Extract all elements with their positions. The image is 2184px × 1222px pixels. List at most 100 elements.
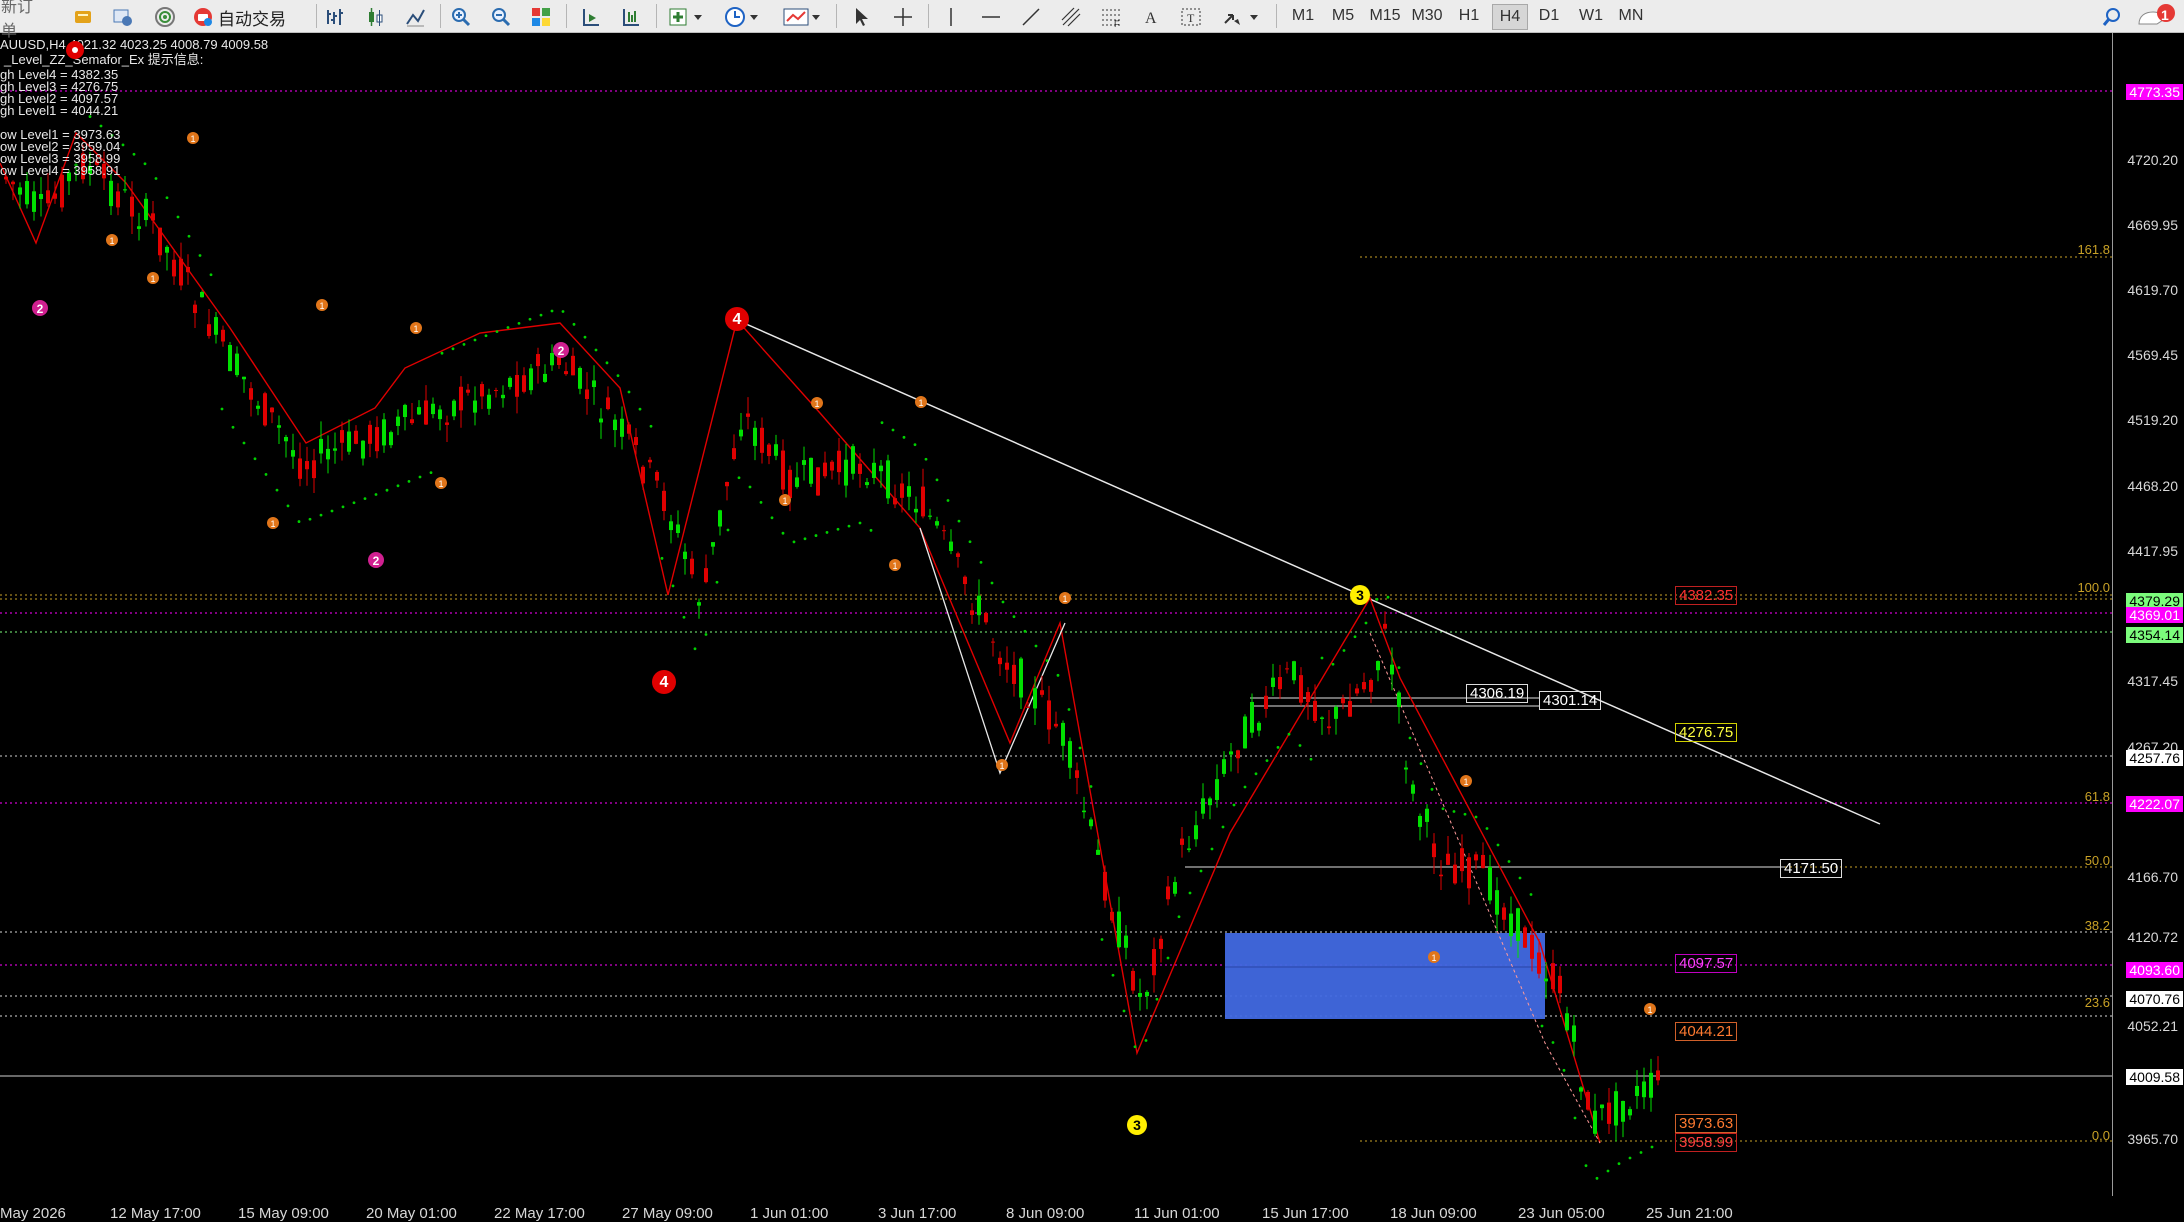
bear-candle [767, 444, 771, 457]
sar-dot [704, 633, 708, 636]
sar-dot [1430, 787, 1434, 791]
fibonacci-icon[interactable]: F [1096, 3, 1126, 31]
bull-candle [1194, 825, 1198, 840]
bull-candle [32, 191, 36, 212]
signal-icon[interactable] [150, 3, 180, 31]
bear-candle [648, 459, 652, 463]
bear-candle [725, 481, 729, 487]
channel-icon[interactable] [1056, 3, 1086, 31]
sar-dot [176, 215, 180, 219]
templates-icon[interactable] [778, 3, 826, 31]
sar-dot [1606, 1169, 1610, 1173]
sar-dot [660, 556, 664, 560]
timeframe-d1[interactable]: D1 [1532, 4, 1566, 28]
demand-zone [1225, 933, 1545, 1019]
sar-dot [924, 457, 928, 461]
semafor-label: 3 [1133, 1117, 1141, 1133]
timeframe-h4[interactable]: H4 [1492, 4, 1528, 30]
timeframe-h1[interactable]: H1 [1452, 4, 1486, 28]
toolbar-separator [656, 4, 657, 28]
candlestick-icon[interactable] [360, 3, 390, 31]
bear-candle [627, 424, 631, 434]
bull-candle [1061, 722, 1065, 746]
sar-dot [770, 516, 774, 520]
sar-dot [1408, 736, 1412, 740]
semafor-label: 2 [373, 554, 380, 568]
autoscroll-icon[interactable] [616, 3, 646, 31]
toolbar-separator [440, 4, 441, 28]
new-order-button[interactable]: 新订单 [0, 0, 48, 40]
auto-trading-button[interactable]: 自动交易 [190, 3, 302, 31]
bull-candle [487, 394, 491, 409]
zoom-out-icon[interactable] [486, 3, 516, 31]
sar-dot [1144, 1039, 1148, 1042]
bull-candle [865, 482, 869, 486]
bear-candle [1530, 934, 1534, 959]
sar-dot [1089, 785, 1093, 788]
timeframe-w1[interactable]: W1 [1574, 4, 1608, 28]
bear-candle [494, 390, 498, 392]
crosshair-icon[interactable] [888, 3, 918, 31]
bear-candle [571, 355, 575, 376]
svg-text:T: T [1187, 11, 1195, 25]
bull-candle [977, 595, 981, 616]
bear-candle [186, 266, 190, 273]
bull-candle [1019, 658, 1023, 698]
bear-candle [270, 407, 274, 413]
bull-candle [1250, 701, 1254, 733]
timeframe-mn[interactable]: MN [1614, 4, 1648, 28]
tile-windows-icon[interactable] [526, 3, 556, 31]
price-tick: 4417.95 [2127, 543, 2178, 559]
price-axis[interactable]: 4720.20 4669.95 4619.70 4569.45 4519.20 4468.… [2112, 33, 2184, 1196]
bull-candle [1187, 848, 1191, 850]
periods-icon[interactable] [720, 3, 764, 31]
badge-4257: 4257.76 [2126, 750, 2183, 766]
bear-candle [662, 490, 666, 512]
bull-candle [592, 380, 596, 388]
bull-candle [907, 486, 911, 497]
bull-candle [774, 444, 778, 456]
timeframe-m15[interactable]: M15 [1368, 4, 1402, 28]
chart-settings-icon[interactable] [64, 39, 86, 61]
sar-dot [1639, 1151, 1643, 1154]
bear-candle [900, 483, 904, 498]
timeframe-m1[interactable]: M1 [1286, 4, 1320, 28]
bear-candle [340, 430, 344, 443]
bear-candle [1005, 662, 1009, 670]
trendline-icon[interactable] [1016, 3, 1046, 31]
chart-canvas[interactable]: 4 4 3 3 2 2 2 1 1 1 1 1 1 1 1 1 1 1 1 1 1 1 1 [0, 33, 2112, 1196]
timeframe-m5[interactable]: M5 [1326, 4, 1360, 28]
search-icon[interactable] [2098, 3, 2126, 31]
semafor-small-label: 1 [892, 561, 897, 571]
horizontal-line-icon[interactable] [976, 3, 1006, 31]
sar-dot [737, 476, 741, 480]
navigator-icon[interactable] [108, 3, 138, 31]
sar-dot [880, 421, 884, 425]
bear-candle [1558, 975, 1562, 994]
price-chart[interactable]: 4 4 3 3 2 2 2 1 1 1 1 1 1 1 1 1 1 1 1 1 1 1 1 AUUSD,H4 4021.32… [0, 33, 2112, 1222]
bar-chart-icon[interactable] [320, 3, 350, 31]
notifications-icon[interactable]: 1 [2132, 3, 2182, 31]
text-label-icon[interactable]: T [1176, 3, 1206, 31]
chart-shift-icon[interactable] [576, 3, 606, 31]
fib-level-236: 23.6 [2084, 995, 2110, 1010]
bull-candle [1572, 1025, 1576, 1042]
sar-dot [847, 524, 851, 528]
bear-candle [1439, 874, 1443, 877]
zoom-in-icon[interactable] [446, 3, 476, 31]
market-watch-icon[interactable] [68, 3, 98, 31]
cursor-icon[interactable] [846, 3, 876, 31]
bull-candle [879, 465, 883, 472]
text-icon[interactable]: A [1136, 3, 1166, 31]
sar-dot [583, 335, 587, 339]
bear-candle [1383, 623, 1387, 629]
bear-candle [221, 329, 225, 342]
indicators-icon[interactable] [664, 3, 708, 31]
sar-dot [1617, 1162, 1621, 1166]
arrows-icon[interactable] [1218, 3, 1264, 31]
line-chart-icon[interactable] [400, 3, 430, 31]
bull-candle [1117, 911, 1121, 948]
bear-candle [480, 384, 484, 397]
timeframe-m30[interactable]: M30 [1410, 4, 1444, 28]
vertical-line-icon[interactable] [936, 3, 966, 31]
